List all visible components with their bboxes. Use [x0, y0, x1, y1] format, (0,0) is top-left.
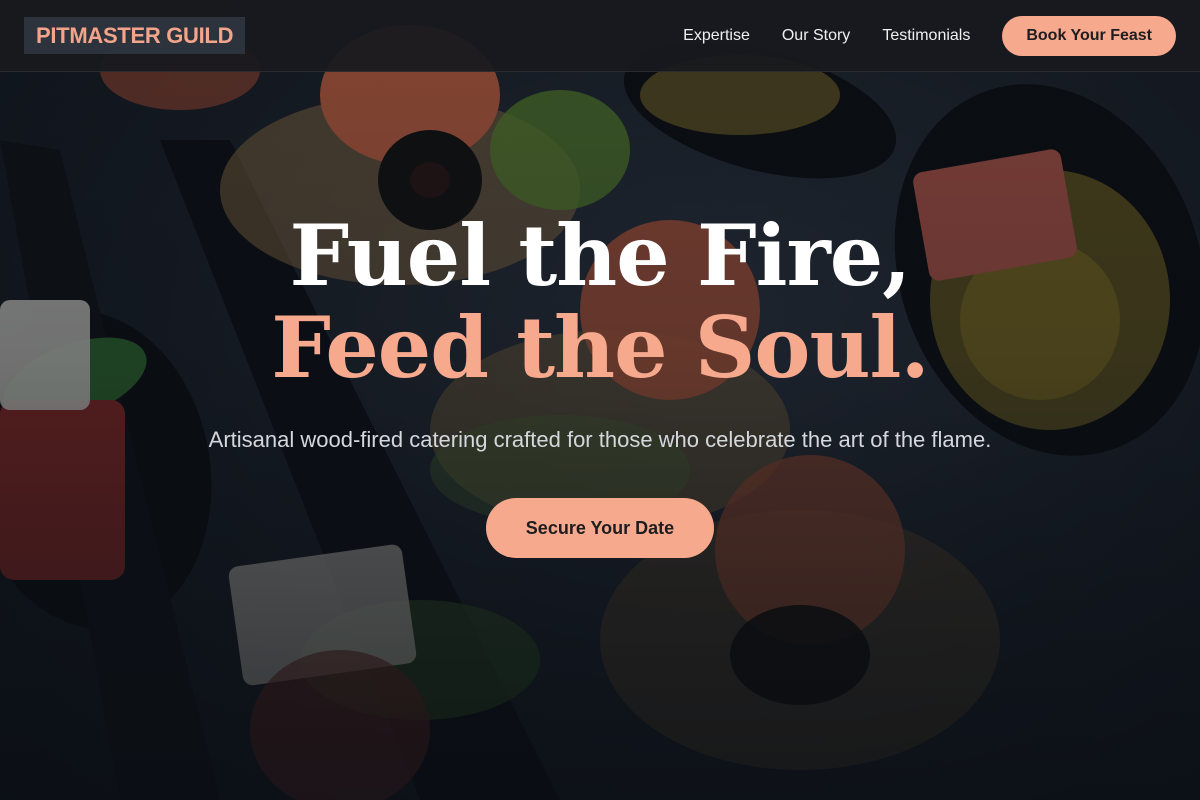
landing-page: PITMASTER GUILD Expertise Our Story Test…	[0, 0, 1200, 800]
top-navigation-bar: PITMASTER GUILD Expertise Our Story Test…	[0, 0, 1200, 72]
hero-section: Fuel the Fire, Feed the Soul. Artisanal …	[0, 210, 1200, 558]
nav-link-our-story[interactable]: Our Story	[782, 27, 850, 45]
book-your-feast-button[interactable]: Book Your Feast	[1002, 16, 1176, 56]
nav-link-testimonials[interactable]: Testimonials	[882, 27, 970, 45]
brand-logo[interactable]: PITMASTER GUILD	[24, 17, 246, 54]
headline-line-2: Feed the Soul.	[271, 298, 929, 397]
secure-your-date-button[interactable]: Secure Your Date	[485, 498, 715, 558]
hero-headline: Fuel the Fire, Feed the Soul.	[0, 210, 1200, 394]
headline-line-1: Fuel the Fire,	[289, 206, 912, 305]
nav-link-expertise[interactable]: Expertise	[683, 27, 750, 45]
hero-subtitle: Artisanal wood-fired catering crafted fo…	[208, 427, 992, 452]
nav-links: Expertise Our Story Testimonials Book Yo…	[683, 0, 1176, 72]
